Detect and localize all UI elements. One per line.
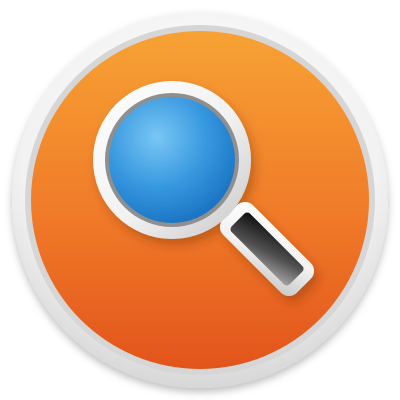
magnifying-glass-app-icon[interactable]: [0, 0, 400, 400]
magnifier-lens: [109, 97, 235, 223]
app-icon-stage: [0, 0, 400, 400]
